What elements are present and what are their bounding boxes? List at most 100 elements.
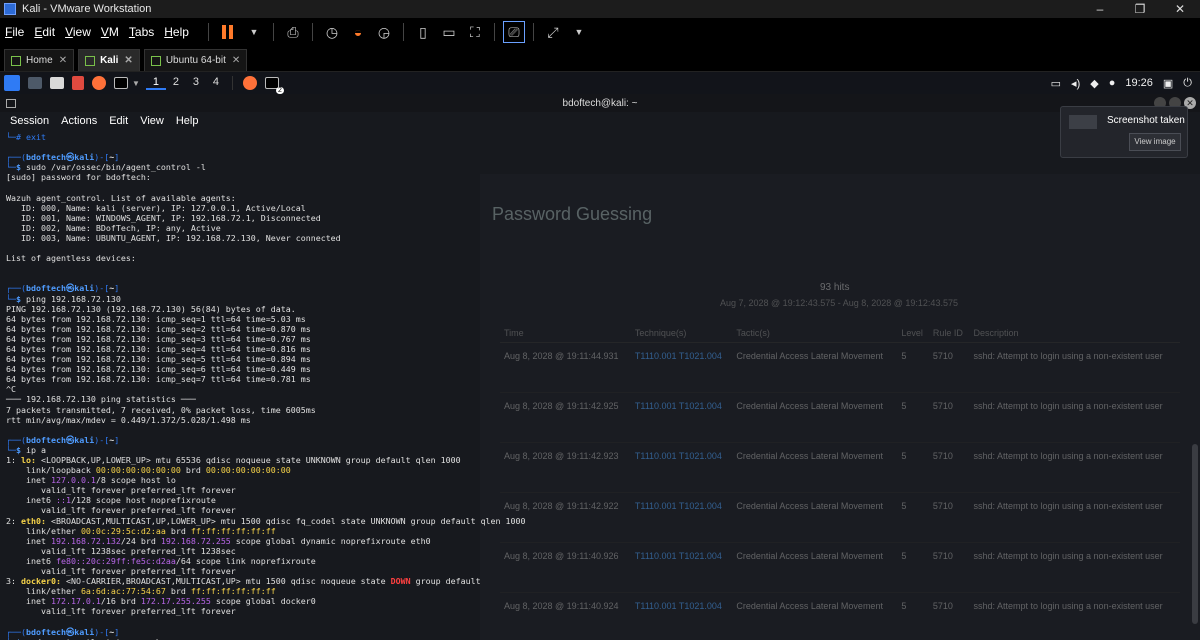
bg-scrollbar[interactable] (1192, 444, 1198, 624)
terminal-launcher-icon[interactable] (114, 77, 128, 89)
snapshot-icon[interactable]: ◷ (321, 21, 343, 43)
vm-tab-home[interactable]: Home ✕ (4, 49, 75, 71)
terminal-menu-help[interactable]: Help (170, 115, 205, 127)
terminal-window[interactable]: bdoftech@kali: ~ ✕ Session Actions Edit Vie… (0, 94, 1200, 640)
display-icon[interactable]: ▭ (1051, 77, 1061, 90)
workspace-1[interactable]: 1 (145, 76, 166, 90)
send-ctrl-alt-del-icon[interactable]: ⎙ (282, 21, 304, 43)
terminal-line: ID: 000, Name: kali (server), IP: 127.0.… (6, 203, 1194, 213)
power-dropdown-icon[interactable]: ▼ (243, 21, 265, 43)
terminal-text-segment: brd (180, 465, 206, 476)
terminal-text-segment: 00:00:00:00:00:00 (95, 465, 181, 476)
pause-icon[interactable] (217, 21, 239, 43)
menu-help[interactable]: Help (159, 25, 194, 39)
terminal-menu-view[interactable]: View (134, 115, 170, 127)
window-titlebar: Kali - VMware Workstation – ❐ ✕ (0, 0, 1200, 18)
screenshot-thumbnail[interactable] (1069, 115, 1097, 129)
menu-vm[interactable]: VM (96, 25, 124, 39)
terminal-menu-edit[interactable]: Edit (103, 115, 134, 127)
menu-list: File Edit View VM Tabs Help (0, 25, 194, 39)
tab-close-icon[interactable]: ✕ (232, 55, 240, 66)
maximize-icon[interactable]: ❐ (1120, 0, 1160, 18)
firefox-icon[interactable] (92, 76, 106, 90)
terminal-text-segment: inet (6, 596, 51, 607)
workspace-4[interactable]: 4 (206, 76, 226, 90)
prompt-user: bdoftech (25, 152, 66, 163)
terminal-text: 64 bytes from 192.168.72.130: icmp_seq=3… (6, 333, 311, 344)
workspace-2[interactable]: 2 (166, 76, 186, 90)
launcher-dropdown-icon[interactable]: ▼ (132, 79, 140, 88)
terminal-text-segment: /64 scope link noprefixroute (175, 555, 316, 566)
terminal-text: valid_lft forever preferred_lft forever (6, 606, 236, 617)
workspace-3[interactable]: 3 (186, 76, 206, 90)
minimize-icon[interactable]: – (1080, 0, 1120, 18)
window-title: Kali - VMware Workstation (22, 3, 152, 15)
notification-bell-icon[interactable]: ◆ (1090, 77, 1098, 90)
menu-edit[interactable]: Edit (29, 25, 60, 39)
terminal-line: 3: docker0: <NO-CARRIER,BROADCAST,MULTIC… (6, 576, 1194, 586)
tab-close-icon[interactable]: ✕ (59, 55, 67, 66)
stretch-dropdown-icon[interactable]: ▼ (568, 21, 590, 43)
terminal-window-icon[interactable]: 2 (264, 77, 284, 94)
terminal-text-segment: 6a:6d:ac:77:54:67 (80, 586, 166, 597)
kali-panel: ▼ 1234 2 ▭ ◂) ◆ ● 19:26 ▣ ⏻ (0, 72, 1200, 94)
terminal-menu-session[interactable]: Session (4, 115, 55, 127)
vm-display[interactable]: Password Guessing 93 hits Aug 7, 2028 @ … (0, 94, 1200, 640)
terminal-text: 64 bytes from 192.168.72.130: icmp_seq=7… (6, 374, 311, 385)
terminal-line: link/ether 6a:6d:ac:77:54:67 brd ff:ff:f… (6, 586, 1194, 596)
firefox-window-icon[interactable] (242, 76, 257, 90)
snapshot-manager-icon[interactable]: ◶ (373, 21, 395, 43)
terminal-output[interactable]: └─# exit ┌──(bdoftech㉿kali)-[~] └─$ sudo … (0, 130, 1200, 640)
revert-snapshot-icon[interactable]: ◒ (347, 21, 369, 43)
terminal-line: ┌──(bdoftech㉿kali)-[~] (6, 152, 1194, 162)
terminal-menu-actions[interactable]: Actions (55, 115, 103, 127)
terminal-text-segment: ff:ff:ff:ff:ff:ff (190, 525, 276, 536)
terminal-line: inet6 fe80::20c:29ff:fe5c:d2aa/64 scope … (6, 556, 1194, 566)
terminal-line: ┌──(bdoftech㉿kali)-[~] (6, 627, 1194, 637)
kali-menu-icon[interactable] (4, 75, 20, 91)
terminal-text-segment: 127.0.0.1 (50, 475, 96, 486)
prompt-symbol: $ (16, 293, 26, 304)
vmware-app-icon (4, 3, 16, 15)
menu-file[interactable]: File (0, 25, 29, 39)
terminal-line: PING 192.168.72.130 (192.168.72.130) 56(… (6, 304, 1194, 314)
terminal-text-segment: link/loopback (6, 465, 96, 476)
menu-tabs[interactable]: Tabs (124, 25, 159, 39)
terminal-command: sudo /var/ossec/bin/agent_control -l (26, 162, 206, 173)
terminal-text: 64 bytes from 192.168.72.130: icmp_seq=5… (6, 354, 311, 365)
terminal-line: rtt min/avg/max/mdev = 0.449/1.372/5.028… (6, 415, 1194, 425)
close-icon[interactable]: ✕ (1160, 0, 1200, 18)
console-view-icon[interactable]: ⎚ (502, 21, 525, 43)
vm-tab-ubuntu-64-bit[interactable]: Ubuntu 64-bit ✕ (143, 49, 248, 71)
power-status-icon[interactable]: ● (1109, 77, 1116, 89)
text-editor-icon[interactable] (72, 76, 84, 90)
terminal-text-segment: 00:00:00:00:00:00 (205, 465, 291, 476)
view-image-button[interactable]: View image (1129, 133, 1181, 151)
terminal-text: 64 bytes from 192.168.72.130: icmp_seq=1… (6, 313, 306, 324)
volume-icon[interactable]: ◂) (1071, 77, 1080, 90)
logout-icon[interactable]: ⏻ (1183, 77, 1192, 90)
lock-screen-icon[interactable]: ▣ (1163, 77, 1173, 90)
notification-title: Screenshot taken (1107, 115, 1185, 126)
panel-clock[interactable]: 19:26 (1125, 77, 1153, 89)
terminal-line: 2: eth0: <BROADCAST,MULTICAST,UP,LOWER_U… (6, 516, 1194, 526)
menu-view[interactable]: View (60, 25, 96, 39)
vm-tab-kali[interactable]: Kali ✕ (78, 49, 140, 71)
tab-close-icon[interactable]: ✕ (124, 55, 132, 66)
file-manager-icon[interactable] (50, 77, 64, 89)
panel-tray: ▭ ◂) ◆ ● 19:26 ▣ ⏻ (1051, 72, 1192, 94)
terminal-line: link/loopback 00:00:00:00:00:00 brd 00:0… (6, 465, 1194, 475)
terminal-line: ┌──(bdoftech㉿kali)-[~] (6, 435, 1194, 445)
fullscreen-icon[interactable]: ⛶ (464, 21, 486, 43)
tab-vm-icon (150, 55, 161, 66)
show-desktop-icon[interactable] (28, 77, 42, 89)
library-icon[interactable]: ▯ (412, 21, 434, 43)
terminal-line: List of agentless devices: (6, 253, 1194, 263)
terminal-text: Wazuh agent_control. List of available a… (6, 192, 236, 203)
terminal-text: rtt min/avg/max/mdev = 0.449/1.372/5.028… (6, 414, 251, 425)
thumbnail-icon[interactable]: ▭ (438, 21, 460, 43)
terminal-text-segment: scope global dynamic noprefixroute eth0 (230, 535, 431, 546)
stretch-icon[interactable]: ⤢ (542, 21, 564, 43)
